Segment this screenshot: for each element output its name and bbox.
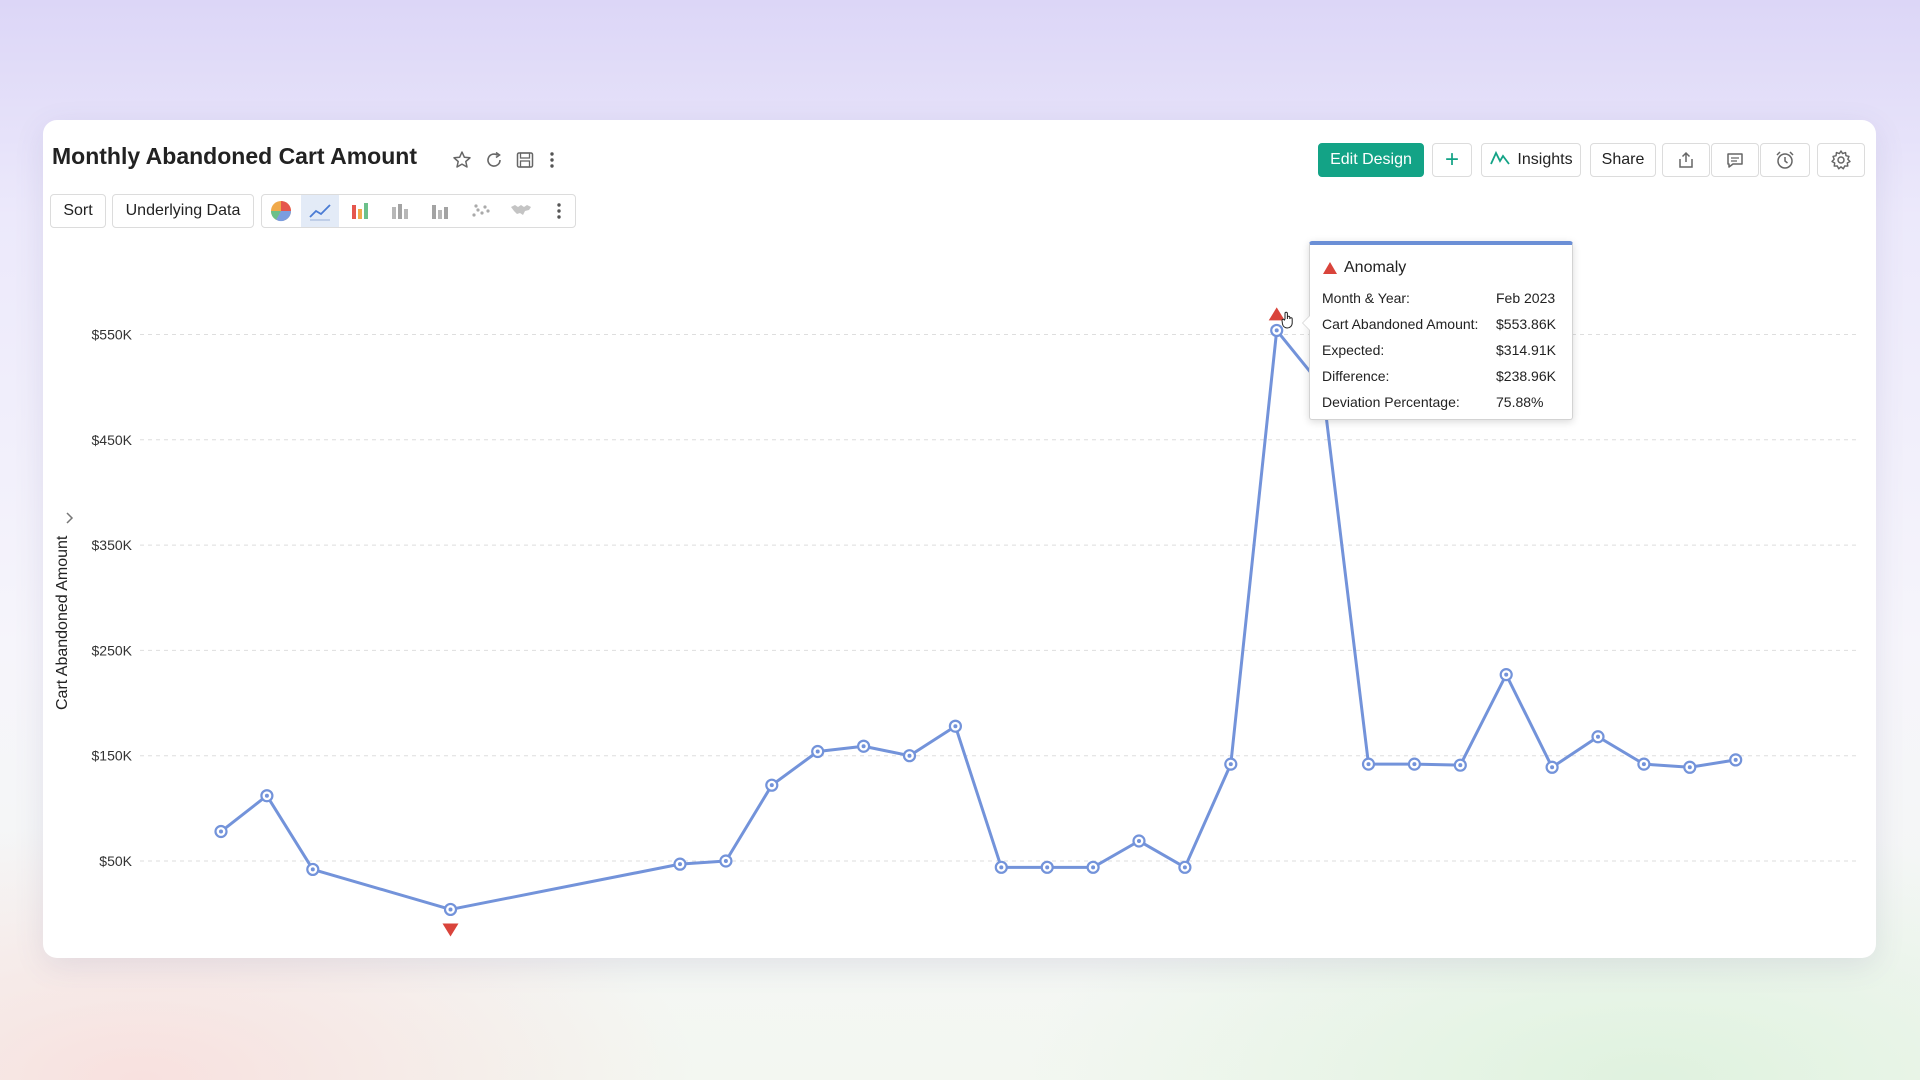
data-point-center (1458, 763, 1463, 768)
data-point-center (1045, 865, 1050, 870)
data-point-center (1274, 328, 1279, 333)
chart-plot: $50K $150K $250K $350K $450K $550K (92, 307, 1858, 937)
data-point-center (861, 744, 866, 749)
data-point-center (953, 724, 958, 729)
y-tick-label: $450K (92, 432, 133, 448)
data-point-center (1091, 865, 1096, 870)
data-point-center (1182, 865, 1187, 870)
tooltip-value: Feb 2023 (1496, 290, 1556, 306)
y-tick-label: $350K (92, 537, 133, 553)
data-point-center (1137, 838, 1141, 843)
tooltip-row: Expected: $314.91K (1322, 342, 1556, 362)
tooltip-key: Expected: (1322, 342, 1385, 358)
data-point-center (678, 862, 682, 867)
data-point-center (1228, 762, 1233, 767)
tooltip-key: Difference: (1322, 368, 1390, 384)
data-point-center (999, 865, 1004, 870)
tooltip-heading: Anomaly (1322, 259, 1406, 277)
data-point-center (1412, 762, 1417, 767)
data-point-center (1687, 765, 1692, 770)
anomaly-up-icon (1323, 262, 1337, 274)
hand-cursor-icon (1280, 309, 1296, 331)
y-tick-label: $250K (92, 642, 133, 658)
data-point-center (907, 753, 912, 758)
data-point-center (448, 907, 453, 912)
y-tick-label: $550K (92, 327, 133, 343)
tooltip-value: $553.86K (1496, 316, 1556, 332)
data-point-center (264, 793, 269, 798)
y-tick-label: $150K (92, 748, 133, 764)
y-tick-label: $50K (99, 853, 132, 869)
data-point-center (219, 829, 223, 834)
tooltip-row: Cart Abandoned Amount: $553.86K (1322, 316, 1556, 336)
anomaly-marker (442, 923, 459, 937)
data-point-center (1733, 757, 1738, 762)
tooltip-caret (1302, 315, 1310, 331)
tooltip-row: Deviation Percentage: 75.88% (1322, 394, 1543, 414)
data-point-center (769, 783, 774, 788)
data-point-center (1504, 672, 1509, 677)
tooltip-key: Cart Abandoned Amount: (1322, 316, 1479, 332)
anomaly-tooltip: Anomaly Month & Year: Feb 2023 Cart Aban… (1302, 241, 1573, 420)
data-point-center (1596, 734, 1600, 739)
tooltip-key: Deviation Percentage: (1322, 394, 1460, 410)
tooltip-value: 75.88% (1496, 394, 1544, 410)
data-point-center (1366, 762, 1371, 767)
tooltip-key: Month & Year: (1322, 290, 1410, 306)
data-point-center (1550, 765, 1555, 770)
tooltip-heading-label: Anomaly (1344, 259, 1407, 276)
data-point-center (1641, 762, 1646, 767)
tooltip-value: $238.96K (1496, 368, 1556, 384)
tooltip-row: Difference: $238.96K (1322, 368, 1556, 388)
tooltip-value: $314.91K (1496, 342, 1556, 358)
tooltip-row: Month & Year: Feb 2023 (1322, 290, 1555, 310)
data-point-center (815, 749, 820, 754)
data-point-center (723, 859, 728, 863)
data-point-center (310, 867, 315, 872)
